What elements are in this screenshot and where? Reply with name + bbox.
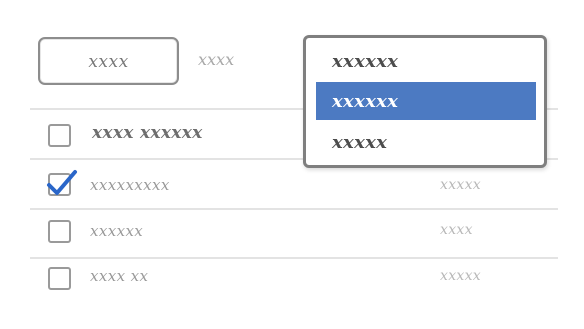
divider [30, 257, 558, 259]
screen: xxxx xxxx xxxx xxxxxx xxxxxxxxx xxxxx xx… [0, 0, 584, 329]
row-value: xxxxx [440, 268, 481, 284]
row-name: xxxx xx [90, 267, 149, 285]
action-button[interactable]: xxxx [38, 37, 179, 85]
menu-item-1[interactable]: xxxxxx [316, 42, 536, 80]
row-name: xxxxxx [90, 222, 144, 240]
menu-item-2[interactable]: xxxxxx [316, 82, 536, 120]
row-checkbox-3[interactable] [48, 267, 71, 290]
row-checkbox-2[interactable] [48, 220, 71, 243]
row-value: xxxxx [440, 177, 481, 193]
action-button-label: xxxx [88, 52, 129, 72]
row-value: xxxx [440, 222, 473, 238]
column-header-label: xxxx xxxxxx [92, 123, 203, 143]
dropdown-menu: xxxxxx xxxxxx xxxxx [303, 35, 547, 168]
select-all-checkbox[interactable] [48, 124, 71, 147]
menu-item-3[interactable]: xxxxx [316, 123, 536, 161]
checkmark-icon [47, 170, 77, 195]
secondary-link[interactable]: xxxx [198, 50, 234, 69]
row-name: xxxxxxxxx [90, 176, 170, 194]
divider [30, 208, 558, 210]
